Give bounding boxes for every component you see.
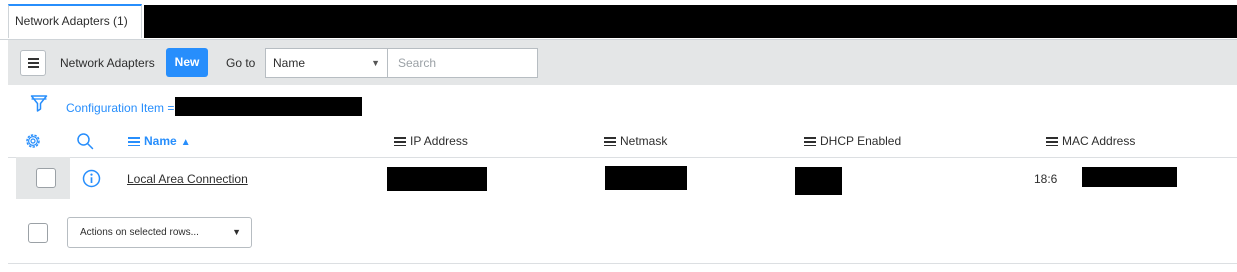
triangle-up-icon: ▲ <box>180 137 191 148</box>
tab-strip: Network Adapters (1) <box>0 0 1237 40</box>
gear-icon[interactable] <box>24 132 42 150</box>
column-menu-icon[interactable] <box>604 137 616 146</box>
info-circle-icon[interactable] <box>82 169 101 188</box>
select-all-checkbox[interactable] <box>28 223 48 243</box>
actions-select[interactable]: Actions on selected rows... ▼ <box>67 217 252 248</box>
row-select-cell <box>16 157 70 199</box>
table-row: Local Area Connection 18:6 <box>8 157 1237 199</box>
new-button[interactable]: New <box>166 48 208 77</box>
column-label: MAC Address <box>1062 134 1136 148</box>
redacted-block <box>605 166 687 190</box>
redacted-block <box>1082 167 1177 187</box>
column-label: DHCP Enabled <box>820 134 902 148</box>
redacted-block <box>795 167 842 195</box>
filter-breadcrumb[interactable]: Configuration Item = <box>66 101 174 115</box>
column-menu-icon[interactable] <box>128 137 140 146</box>
column-header-mac-address[interactable]: MAC Address <box>1046 134 1135 148</box>
column-label: Netmask <box>620 134 668 148</box>
row-mac-address: 18:6 <box>1034 172 1058 186</box>
column-menu-icon[interactable] <box>804 137 816 146</box>
row-name-link[interactable]: Local Area Connection <box>127 172 248 186</box>
goto-field-select[interactable]: Name ▼ <box>265 48 388 78</box>
funnel-icon[interactable] <box>30 94 48 114</box>
list-header-bar: Network Adapters New Go to Name ▼ <box>8 40 1237 85</box>
list-menu-button[interactable] <box>20 50 46 76</box>
column-header-ip-address[interactable]: IP Address <box>394 134 468 148</box>
divider <box>8 263 1237 264</box>
column-header-netmask[interactable]: Netmask <box>604 134 667 148</box>
column-header-name[interactable]: Name ▲ <box>128 134 191 148</box>
redacted-block <box>175 97 362 116</box>
column-header-row: Name ▲ IP Address Netmask DHCP Enabled MA… <box>8 124 1237 158</box>
redacted-block <box>144 5 1237 38</box>
list-title: Network Adapters <box>60 56 155 70</box>
tab-network-adapters[interactable]: Network Adapters (1) <box>8 4 142 38</box>
goto-label: Go to <box>226 56 256 70</box>
magnifier-icon[interactable] <box>76 132 94 150</box>
column-label: Name <box>144 134 177 148</box>
triangle-down-icon: ▼ <box>371 58 380 68</box>
hamburger-icon <box>28 58 39 60</box>
search-input[interactable] <box>388 48 538 78</box>
column-label: IP Address <box>410 134 468 148</box>
column-menu-icon[interactable] <box>394 137 406 146</box>
goto-field-value: Name <box>273 56 306 70</box>
actions-label: Actions on selected rows... <box>80 227 199 238</box>
column-header-dhcp-enabled[interactable]: DHCP Enabled <box>804 134 901 148</box>
row-checkbox[interactable] <box>36 168 56 188</box>
triangle-down-icon: ▼ <box>232 227 241 237</box>
redacted-block <box>387 167 487 191</box>
column-menu-icon[interactable] <box>1046 137 1058 146</box>
